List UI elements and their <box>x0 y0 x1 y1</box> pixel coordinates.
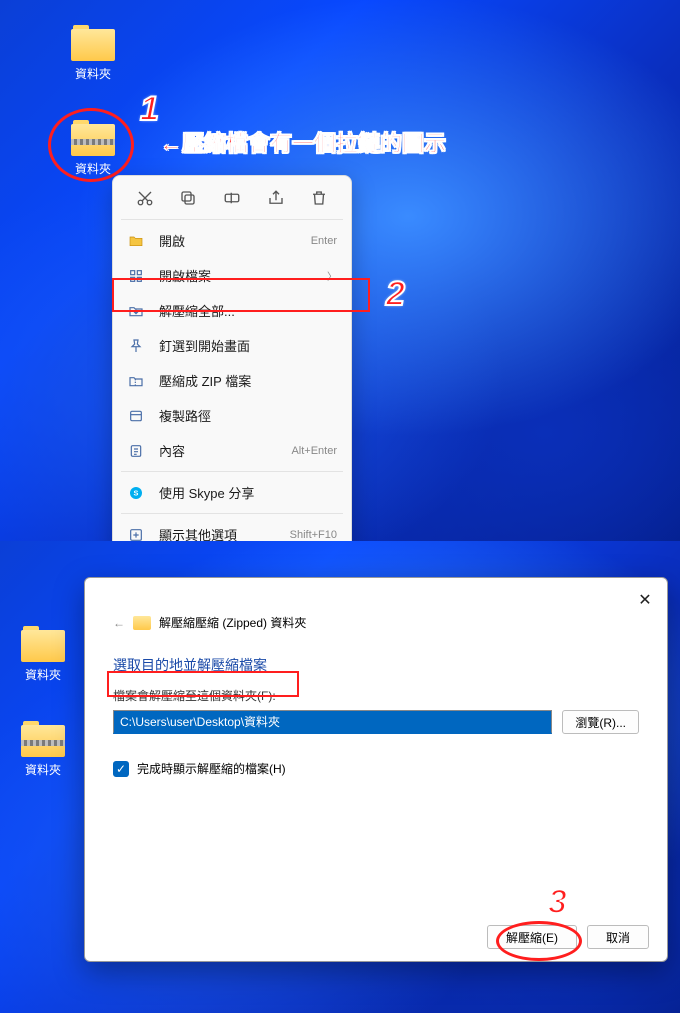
open-with-icon <box>127 267 145 285</box>
more-icon <box>127 526 145 542</box>
copy-path-icon <box>127 407 145 425</box>
icon-label: 資料夾 <box>75 67 111 81</box>
zip-folder-icon <box>71 120 115 156</box>
svg-text:S: S <box>134 488 139 497</box>
dest-label: 檔案會解壓縮至這個資料夾(F): <box>113 687 639 704</box>
browse-button[interactable]: 瀏覽(R)... <box>562 710 639 734</box>
destination-path-input[interactable] <box>113 710 552 734</box>
dialog-header-text: 解壓縮壓縮 (Zipped) 資料夾 <box>159 614 306 631</box>
delete-icon[interactable] <box>307 186 331 210</box>
icon-label: 資料夾 <box>25 668 61 682</box>
cancel-button[interactable]: 取消 <box>587 925 649 949</box>
annotation-text: ←壓縮檔會有一個拉鏈的圖示 <box>160 126 446 158</box>
checkbox-checked-icon[interactable]: ✓ <box>113 761 129 777</box>
panel-bottom: 資料夾 資料夾 ✕ ← 解壓縮壓縮 (Zipped) 資料夾 選取目的地並解壓縮… <box>0 541 680 1013</box>
dialog-title: 選取目的地並解壓縮檔案 <box>85 641 667 681</box>
folder-icon <box>71 25 115 61</box>
close-button[interactable]: ✕ <box>633 588 657 612</box>
dialog-header: ← 解壓縮壓縮 (Zipped) 資料夾 <box>85 578 667 641</box>
icon-label: 資料夾 <box>25 763 61 777</box>
context-menu: 開啟 Enter 開啟檔案 〉 解壓縮全部... 釘選到開始畫面 <box>112 175 352 541</box>
extract-dialog: ✕ ← 解壓縮壓縮 (Zipped) 資料夾 選取目的地並解壓縮檔案 檔案會解壓… <box>84 577 668 962</box>
folder-open-icon <box>127 232 145 250</box>
zip-mini-icon <box>133 616 151 630</box>
copy-icon[interactable] <box>176 186 200 210</box>
back-arrow-icon[interactable]: ← <box>113 616 125 630</box>
desktop-icon-zip-b[interactable]: 資料夾 <box>8 721 78 778</box>
annotation-number-3: 3 <box>548 883 567 922</box>
pin-icon <box>127 337 145 355</box>
ctx-open-with[interactable]: 開啟檔案 〉 <box>113 258 351 293</box>
ctx-copy-path[interactable]: 複製路徑 <box>113 398 351 433</box>
ctx-more-options[interactable]: 顯示其他選項 Shift+F10 <box>113 517 351 541</box>
panel-top: 資料夾 資料夾 1 ←壓縮檔會有一個拉鏈的圖示 <box>0 0 680 541</box>
dialog-footer: 解壓縮(E) 取消 <box>85 913 667 961</box>
zip-folder-icon <box>21 721 65 757</box>
extract-icon <box>127 302 145 320</box>
ctx-toolbar <box>113 180 351 216</box>
rename-icon[interactable] <box>220 186 244 210</box>
properties-icon <box>127 442 145 460</box>
cut-icon[interactable] <box>133 186 157 210</box>
annotation-number-1: 1 <box>140 90 159 129</box>
desktop-icon-zip[interactable]: 資料夾 <box>58 120 128 177</box>
show-files-label: 完成時顯示解壓縮的檔案(H) <box>137 760 286 777</box>
ctx-compress[interactable]: 壓縮成 ZIP 檔案 <box>113 363 351 398</box>
desktop-icon-folder-b[interactable]: 資料夾 <box>8 626 78 683</box>
dialog-body: 檔案會解壓縮至這個資料夾(F): 瀏覽(R)... <box>85 681 667 740</box>
share-icon[interactable] <box>264 186 288 210</box>
annotation-number-2: 2 <box>386 275 405 314</box>
desktop-icon-folder[interactable]: 資料夾 <box>58 25 128 82</box>
skype-icon: S <box>127 484 145 502</box>
ctx-extract-all[interactable]: 解壓縮全部... <box>113 293 351 328</box>
icon-label: 資料夾 <box>75 162 111 176</box>
ctx-pin-start[interactable]: 釘選到開始畫面 <box>113 328 351 363</box>
folder-icon <box>21 626 65 662</box>
zip-icon <box>127 372 145 390</box>
chevron-right-icon: 〉 <box>327 268 337 283</box>
extract-button[interactable]: 解壓縮(E) <box>487 925 577 949</box>
ctx-open[interactable]: 開啟 Enter <box>113 223 351 258</box>
ctx-skype-share[interactable]: S 使用 Skype 分享 <box>113 475 351 510</box>
show-files-row[interactable]: ✓ 完成時顯示解壓縮的檔案(H) <box>85 740 667 797</box>
ctx-properties[interactable]: 內容 Alt+Enter <box>113 433 351 468</box>
